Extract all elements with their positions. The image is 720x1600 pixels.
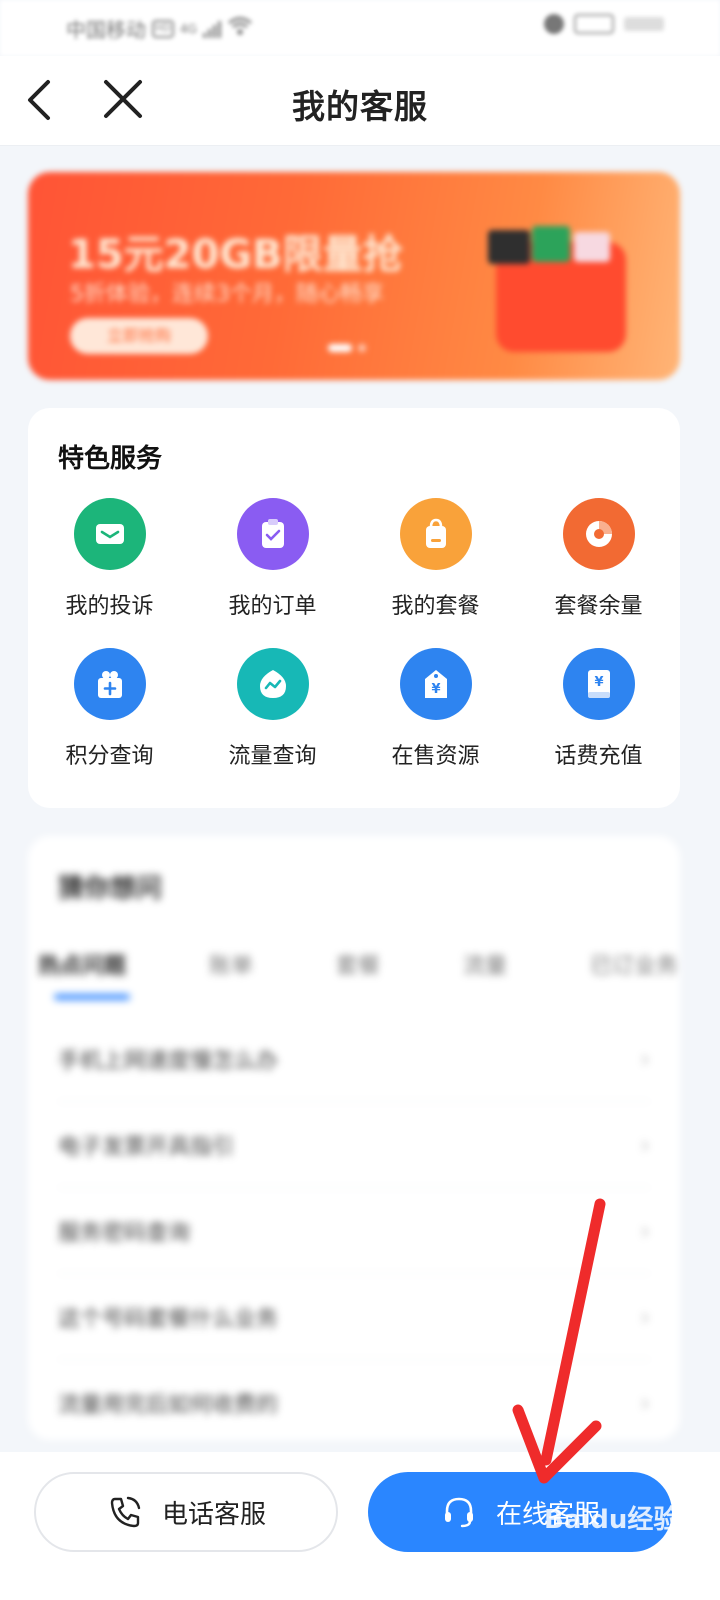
service-label: 话费充值 — [554, 744, 643, 769]
faq-question-text: 服务密码查询 — [58, 1220, 191, 1246]
status-bar: 中国移动 HD 4G — [0, 0, 720, 56]
promo-banner[interactable]: 15元20GB限量抢 5折体验，连续3个月，随心畅享 立即抢购 — [28, 172, 680, 380]
status-left: 中国移动 HD 4G — [66, 14, 253, 43]
bill-book-icon: ¥ — [562, 648, 635, 720]
faq-question-text: 电子发票开具指引 — [58, 1134, 235, 1160]
service-plan-balance[interactable]: 套餐余量 — [517, 498, 680, 620]
banner-subtitle: 5折体验，连续3个月，随心畅享 — [70, 282, 384, 307]
faq-title: 猜你想问 — [58, 874, 163, 904]
carrier-name: 中国移动 — [66, 18, 146, 42]
gift-box-dark — [488, 230, 530, 264]
gift-illustration — [488, 226, 626, 352]
service-label: 在售资源 — [391, 744, 480, 769]
faq-tab-indicator — [54, 994, 130, 1000]
faq-tab[interactable]: 已订业务 — [590, 948, 678, 980]
svg-text:¥: ¥ — [594, 675, 603, 690]
clock — [624, 17, 664, 31]
chevron-right-icon: › — [640, 1302, 650, 1331]
faq-list: 手机上网速度慢怎么办 › 电子发票开具指引 › 服务密码查询 › 这个号码套餐什么业务… — [58, 1016, 650, 1446]
faq-tabs: 热点问题 账单 套餐 流量 已订业务 — [38, 948, 678, 980]
service-label: 我的订单 — [228, 594, 317, 619]
service-label: 我的套餐 — [391, 594, 480, 619]
chevron-right-icon: › — [640, 1216, 650, 1245]
service-my-plan[interactable]: 我的套餐 — [354, 498, 517, 620]
svg-text:¥: ¥ — [431, 682, 440, 697]
data-wave-icon — [236, 648, 309, 720]
chevron-right-icon: › — [640, 1130, 650, 1159]
service-label: 我的投诉 — [65, 594, 154, 619]
gift-box-pink — [574, 232, 610, 262]
chevron-right-icon: › — [640, 1044, 650, 1073]
faq-tab[interactable]: 套餐 — [336, 948, 380, 980]
service-data-query[interactable]: 流量查询 — [191, 648, 354, 770]
battery-icon — [574, 14, 614, 34]
gift-box-green — [532, 226, 570, 262]
network-type: 4G — [180, 21, 197, 36]
featured-services-card: 特色服务 我的投诉 我的订单 我的套餐 套餐余量 积分查询 流量查询 ¥ 在售资… — [28, 408, 680, 808]
faq-question[interactable]: 电子发票开具指引 › — [58, 1102, 650, 1188]
service-my-complaints[interactable]: 我的投诉 — [28, 498, 191, 620]
service-phone-recharge[interactable]: ¥ 话费充值 — [517, 648, 680, 770]
service-resources-on-sale[interactable]: ¥ 在售资源 — [354, 648, 517, 770]
header: 我的客服 — [0, 56, 720, 146]
service-label: 套餐余量 — [554, 594, 643, 619]
carousel-dot — [358, 344, 366, 352]
service-label: 流量查询 — [228, 744, 317, 769]
faq-question[interactable]: 手机上网速度慢怎么办 › — [58, 1016, 650, 1102]
carousel-dot-active — [328, 344, 352, 352]
page-title: 我的客服 — [292, 87, 428, 126]
faq-tab[interactable]: 热点问题 — [38, 948, 126, 980]
banner-cta-button[interactable]: 立即抢购 — [70, 318, 208, 354]
faq-question[interactable]: 这个号码套餐什么业务 › — [58, 1274, 650, 1360]
watermark-url: jingyan.baidu.com — [560, 1552, 690, 1568]
banner-cta-label: 立即抢购 — [106, 326, 171, 345]
baidu-jingyan-watermark: Baidu经验 — [544, 1504, 679, 1535]
alarm-icon — [544, 14, 564, 34]
faq-question[interactable]: 流量用完后如何收费的 › — [58, 1360, 650, 1446]
pie-chart-icon — [562, 498, 635, 570]
status-right — [544, 14, 664, 34]
carousel-dots — [328, 344, 366, 352]
banner-title: 15元20GB限量抢 — [68, 232, 403, 278]
clipboard-check-icon — [236, 498, 309, 570]
faq-question-text: 流量用完后如何收费的 — [58, 1393, 279, 1418]
price-tag-icon: ¥ — [399, 648, 472, 720]
phone-icon — [110, 1496, 141, 1528]
faq-question-text: 手机上网速度慢怎么办 — [58, 1048, 279, 1074]
bag-icon — [399, 498, 472, 570]
featured-services-title: 特色服务 — [58, 444, 163, 474]
faq-tab[interactable]: 流量 — [463, 948, 507, 980]
headset-icon — [444, 1497, 473, 1528]
service-label: 积分查询 — [65, 744, 154, 769]
faq-question-text: 这个号码套餐什么业务 — [58, 1306, 279, 1332]
chevron-right-icon: › — [640, 1389, 650, 1417]
phone-service-label: 电话客服 — [161, 1499, 266, 1530]
watermark-brand: Baidu经验 — [544, 1504, 679, 1535]
envelope-icon — [73, 498, 146, 570]
gift-box-icon — [73, 648, 146, 720]
service-my-orders[interactable]: 我的订单 — [191, 498, 354, 620]
faq-card: 猜你想问 热点问题 账单 套餐 流量 已订业务 手机上网速度慢怎么办 › 电子发票… — [28, 836, 680, 1440]
signal-icon — [202, 20, 221, 38]
hd-badge: HD — [152, 19, 174, 38]
faq-question[interactable]: 服务密码查询 › — [58, 1188, 650, 1274]
wifi-icon — [227, 16, 253, 41]
service-points-query[interactable]: 积分查询 — [28, 648, 191, 770]
faq-tab[interactable]: 账单 — [209, 948, 253, 980]
phone-service-button[interactable]: 电话客服 — [34, 1472, 338, 1552]
